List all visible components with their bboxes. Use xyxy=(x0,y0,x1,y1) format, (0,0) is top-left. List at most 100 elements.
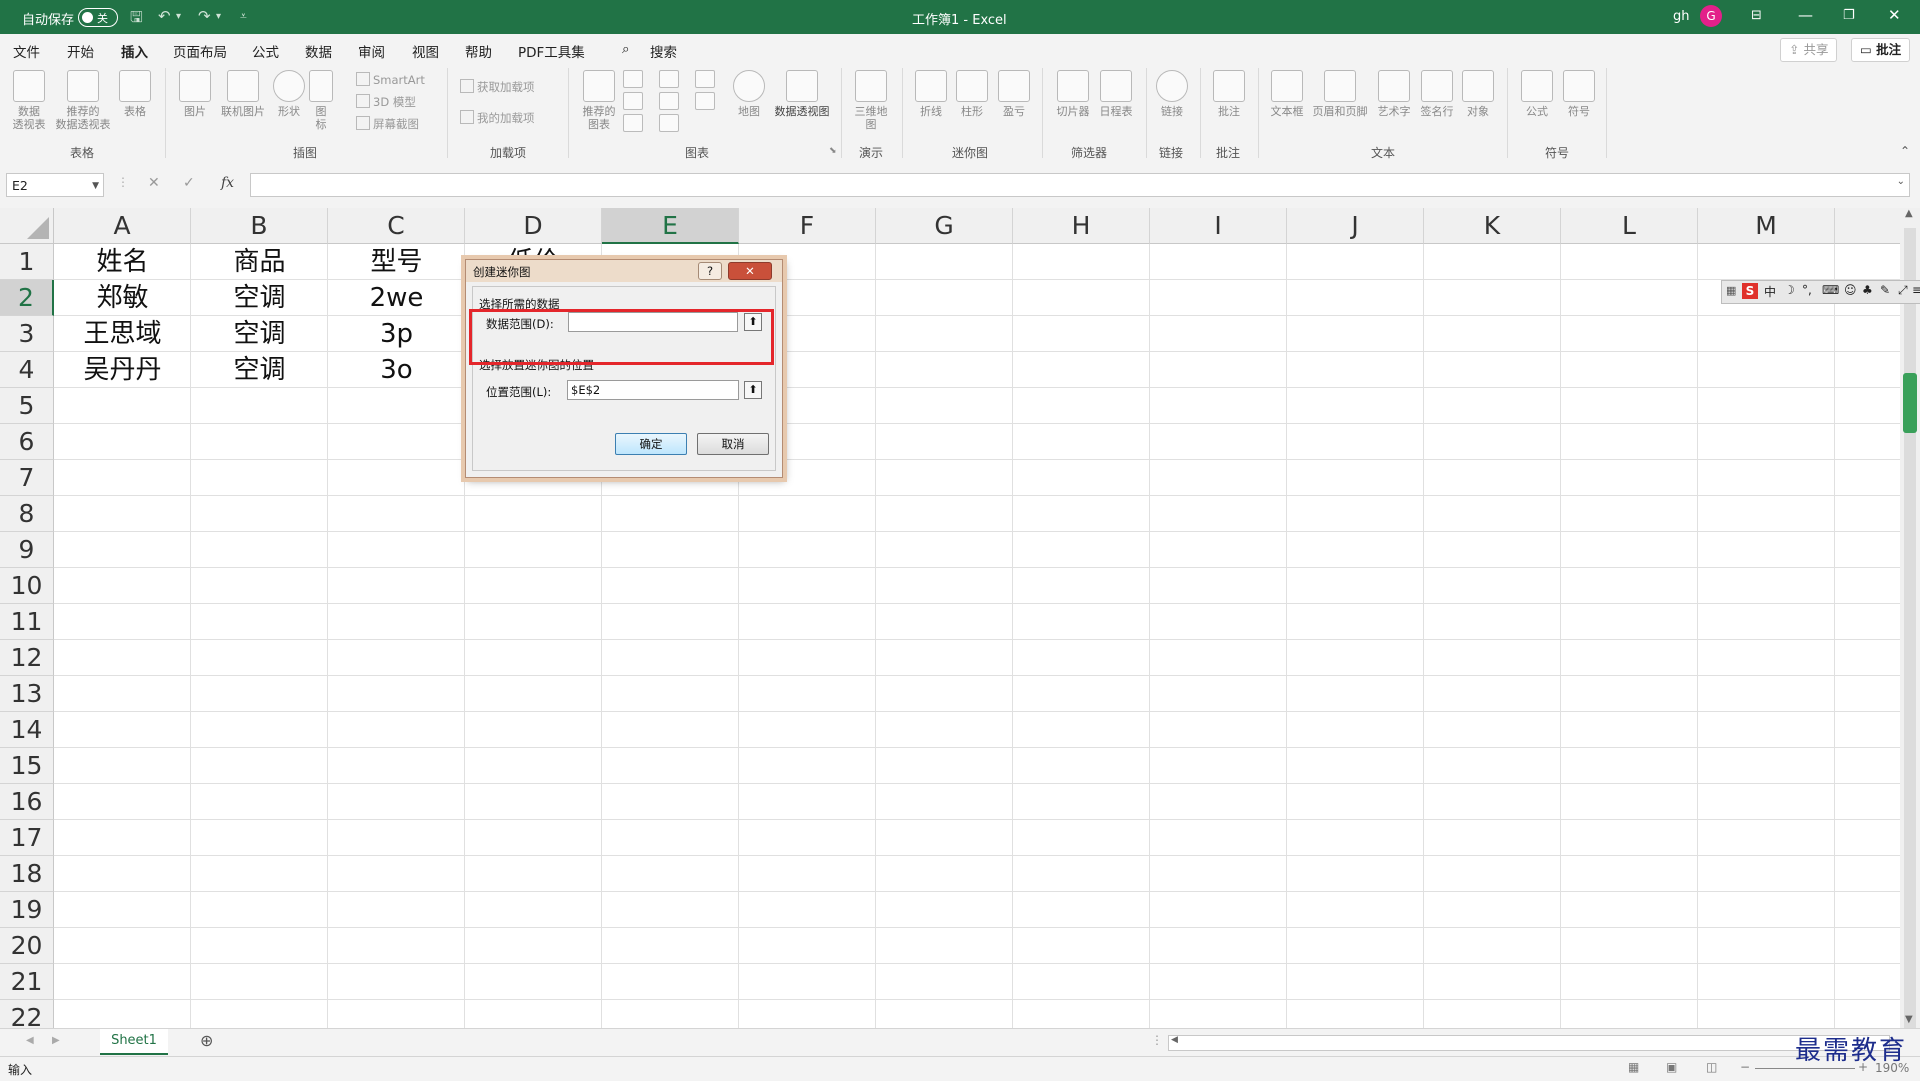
maps-button[interactable]: 地图 xyxy=(723,70,775,118)
row-header[interactable]: 14 xyxy=(0,712,54,748)
row-header[interactable]: 4 xyxy=(0,352,54,388)
column-chart-icon[interactable] xyxy=(623,70,643,88)
row-header[interactable]: 19 xyxy=(0,892,54,928)
moon-icon[interactable]: ☽ xyxy=(1784,283,1795,297)
line-chart-icon[interactable] xyxy=(623,92,643,110)
row-header[interactable]: 1 xyxy=(0,244,54,280)
pivot-chart-button[interactable]: 数据透视图 xyxy=(770,70,834,118)
row-header[interactable]: 17 xyxy=(0,820,54,856)
tab-help[interactable]: 帮助 xyxy=(465,41,492,61)
chevron-down-icon[interactable]: ▼ xyxy=(92,174,99,198)
tab-pdf-tools[interactable]: PDF工具集 xyxy=(518,41,585,61)
location-range-input[interactable]: $E$2 xyxy=(567,380,739,400)
combo-chart-icon[interactable] xyxy=(695,92,715,110)
pie-chart-icon[interactable] xyxy=(623,114,643,132)
minimize-icon[interactable]: — xyxy=(1798,6,1813,24)
signature-line-button[interactable]: 签名行 xyxy=(1413,70,1461,118)
comments-button[interactable]: ▭ 批注 xyxy=(1851,38,1911,62)
tab-insert[interactable]: 插入 xyxy=(121,41,148,67)
row-header[interactable]: 22 xyxy=(0,1000,54,1028)
column-header[interactable]: G xyxy=(876,208,1013,244)
online-pictures-button[interactable]: 联机图片 xyxy=(216,70,270,118)
tab-review[interactable]: 审阅 xyxy=(358,41,385,61)
help-button[interactable]: ? xyxy=(698,262,722,280)
collapse-ribbon-icon[interactable]: ⌃ xyxy=(1900,144,1910,158)
cell-B4[interactable]: 空调 xyxy=(191,352,328,388)
dialog-launcher-icon[interactable]: ⬊ xyxy=(829,146,837,156)
row-header[interactable]: 12 xyxy=(0,640,54,676)
page-break-view-icon[interactable]: ◫ xyxy=(1706,1060,1717,1074)
keyboard-icon[interactable]: ⌨ xyxy=(1822,283,1839,297)
row-header[interactable]: 21 xyxy=(0,964,54,1000)
undo-dropdown-icon[interactable]: ▾ xyxy=(176,11,181,22)
row-header[interactable]: 13 xyxy=(0,676,54,712)
smartart-button[interactable]: SmartArt xyxy=(356,72,425,87)
close-icon[interactable]: ✕ xyxy=(1888,6,1901,24)
row-header[interactable]: 20 xyxy=(0,928,54,964)
search-label[interactable]: 搜索 xyxy=(650,41,677,61)
timeline-button[interactable]: 日程表 xyxy=(1090,70,1142,118)
insert-function-icon[interactable]: fx xyxy=(221,175,234,191)
tools-icon[interactable]: ✎ xyxy=(1880,283,1890,297)
wordart-button[interactable]: 艺术字 xyxy=(1371,70,1417,118)
row-header[interactable]: 5 xyxy=(0,388,54,424)
screenshot-button[interactable]: 屏幕截图 xyxy=(356,116,419,132)
next-sheet-icon[interactable]: ▶ xyxy=(52,1035,60,1046)
3d-models-button[interactable]: 3D 模型 xyxy=(356,94,416,110)
tab-formulas[interactable]: 公式 xyxy=(252,41,279,61)
column-header[interactable]: F xyxy=(739,208,876,244)
recommended-charts-button[interactable]: 推荐的 图表 xyxy=(573,70,625,131)
column-header[interactable]: D xyxy=(465,208,602,244)
row-header[interactable]: 8 xyxy=(0,496,54,532)
skin-icon[interactable]: ♣ xyxy=(1862,283,1873,297)
customize-qat-icon[interactable]: ⩡ xyxy=(240,9,247,24)
sheet-tab[interactable]: Sheet1 xyxy=(100,1029,168,1055)
waterfall-chart-icon[interactable] xyxy=(695,70,715,88)
column-header[interactable]: J xyxy=(1287,208,1424,244)
formula-input[interactable]: ⌄ xyxy=(250,173,1910,197)
user-name[interactable]: gh xyxy=(1673,9,1690,24)
page-layout-view-icon[interactable]: ▣ xyxy=(1666,1060,1677,1074)
ok-button[interactable]: 确定 xyxy=(615,433,687,455)
location-range-collapse-button[interactable]: ⬆ xyxy=(744,381,762,399)
sparkline-winloss-button[interactable]: 盈亏 xyxy=(988,70,1040,118)
select-all-button[interactable] xyxy=(0,208,54,244)
statistic-chart-icon[interactable] xyxy=(659,92,679,110)
column-header[interactable]: L xyxy=(1561,208,1698,244)
add-sheet-icon[interactable]: ⊕ xyxy=(200,1031,213,1050)
cell-C2[interactable]: 2we xyxy=(328,280,465,316)
worksheet-grid[interactable]: ABCDEFGHIJKLMI 1234567891011121314151617… xyxy=(0,208,1900,1028)
normal-view-icon[interactable]: ▦ xyxy=(1628,1060,1639,1074)
column-header[interactable]: C xyxy=(328,208,465,244)
get-addins-button[interactable]: 获取加载项 xyxy=(460,79,535,95)
tab-page-layout[interactable]: 页面布局 xyxy=(173,41,227,61)
expand-formula-icon[interactable]: ⌄ xyxy=(1897,176,1905,187)
split-handle-icon[interactable]: ⋮ xyxy=(1151,1033,1163,1047)
cell-B3[interactable]: 空调 xyxy=(191,316,328,352)
prev-sheet-icon[interactable]: ◀ xyxy=(26,1035,34,1046)
cell-C4[interactable]: 3o xyxy=(328,352,465,388)
restore-icon[interactable]: ❐ xyxy=(1843,8,1855,23)
column-header[interactable]: H xyxy=(1013,208,1150,244)
icons-button[interactable]: 图 标 xyxy=(306,70,336,131)
dialog-title-bar[interactable]: 创建迷你图 ? ✕ xyxy=(466,260,782,282)
tab-home[interactable]: 开始 xyxy=(67,41,94,61)
object-button[interactable]: 对象 xyxy=(1455,70,1501,118)
link-button[interactable]: 链接 xyxy=(1147,70,1197,118)
redo-icon[interactable]: ↷ xyxy=(198,7,211,25)
row-header[interactable]: 7 xyxy=(0,460,54,496)
dialog-close-button[interactable]: ✕ xyxy=(728,262,772,280)
search-icon[interactable]: ⌕ xyxy=(622,41,630,57)
tab-data[interactable]: 数据 xyxy=(305,41,332,61)
column-header[interactable]: M xyxy=(1698,208,1835,244)
sogou-logo-icon[interactable]: S xyxy=(1742,283,1758,299)
column-header[interactable]: K xyxy=(1424,208,1561,244)
zoom-slider[interactable] xyxy=(1755,1068,1855,1069)
cell-B2[interactable]: 空调 xyxy=(191,280,328,316)
column-header[interactable]: I xyxy=(1150,208,1287,244)
enter-icon[interactable]: ✓ xyxy=(183,175,195,191)
column-header[interactable]: I xyxy=(1835,208,1900,244)
cell-A2[interactable]: 郑敏 xyxy=(54,280,191,316)
hierarchy-chart-icon[interactable] xyxy=(659,70,679,88)
cell-A4[interactable]: 吴丹丹 xyxy=(54,352,191,388)
